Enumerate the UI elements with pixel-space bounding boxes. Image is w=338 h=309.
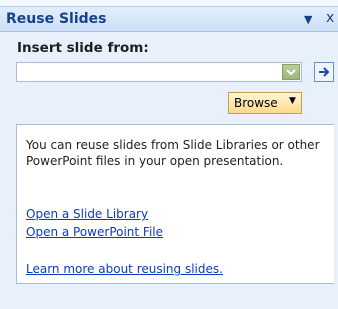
reuse-slides-pane: Reuse Slides ▼ x Insert slide from: Brow… [0,0,338,309]
pane-options-arrow-icon[interactable]: ▼ [304,13,312,26]
browse-button-label: Browse [234,96,278,110]
pane-title: Reuse Slides [6,11,107,27]
info-description: You can reuse slides from Slide Librarie… [26,138,320,168]
browse-button[interactable]: Browse ▼ [228,92,302,114]
close-pane-button[interactable]: x [326,10,334,26]
insert-slide-from-combobox[interactable] [16,62,302,82]
open-slide-library-link[interactable]: Open a Slide Library [26,207,148,221]
go-button[interactable] [314,62,334,82]
chevron-down-icon [286,69,296,76]
info-box: You can reuse slides from Slide Librarie… [16,124,334,284]
arrow-right-icon [319,67,330,77]
learn-more-link[interactable]: Learn more about reusing slides. [26,262,223,276]
pane-title-bar: Reuse Slides ▼ x [0,6,338,32]
chevron-down-icon: ▼ [289,96,296,106]
insert-slide-from-label: Insert slide from: [17,40,149,56]
combobox-dropdown-button[interactable] [282,64,300,80]
open-powerpoint-file-link[interactable]: Open a PowerPoint File [26,225,163,239]
